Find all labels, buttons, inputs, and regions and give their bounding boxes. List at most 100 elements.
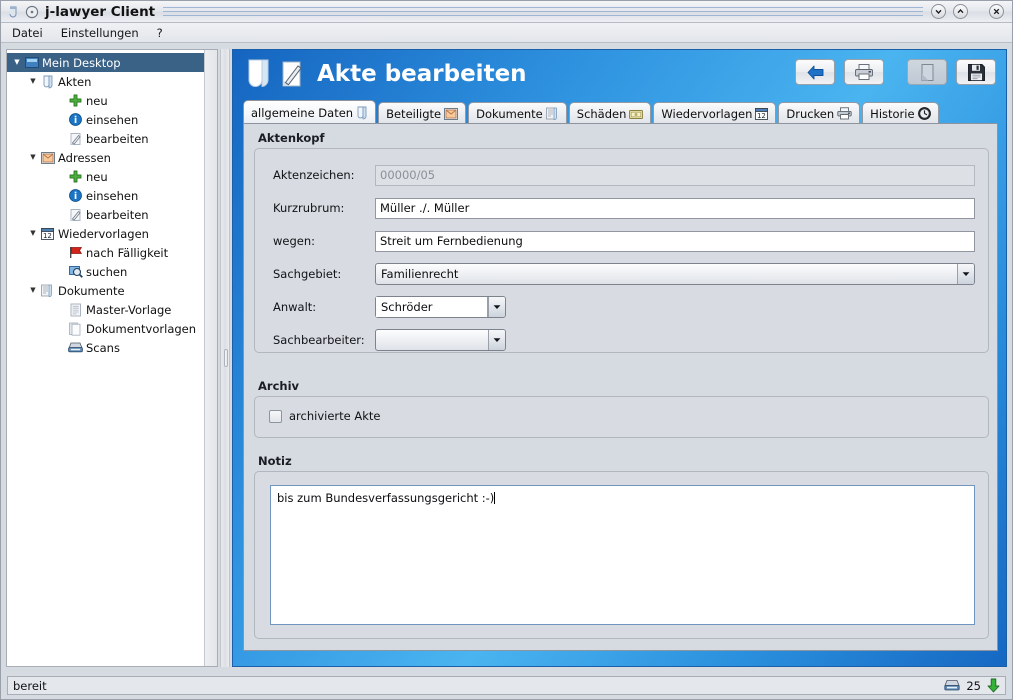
tab-drucken[interactable]: Drucken [778,102,861,124]
menu-datei[interactable]: Datei [9,25,46,41]
sidebar-scrollbar[interactable] [204,50,217,666]
sachgebiet-value: Familienrecht [381,267,459,281]
sidebar-item-bearbeiten[interactable]: bearbeiten [7,205,217,224]
addressbook-icon [39,151,56,164]
save-button[interactable] [956,59,996,85]
edit-icon [67,132,84,146]
down-arrow-icon[interactable] [987,678,1000,693]
sidebar-item-label: neu [86,93,108,108]
sidebar-item-label: nach Fälligkeit [86,245,169,260]
tab-wiedervorlagen[interactable]: Wiedervorlagen 12 [653,102,777,124]
tab-label: Wiedervorlagen [661,106,753,121]
svg-text:12: 12 [43,232,52,240]
sidebar-item-label: Scans [86,340,120,355]
app-circle-icon [25,5,39,19]
sachgebiet-select[interactable]: Familienrecht [375,263,975,285]
scanner-icon [944,679,960,692]
sidebar-item-scans[interactable]: Scans [7,338,217,357]
print-button[interactable] [844,59,884,85]
scan-count: 25 [966,678,981,693]
title-bar-rule [163,6,923,17]
tab-historie[interactable]: Historie [862,102,939,124]
folder-icon [245,58,272,90]
tab-bar: allgemeine Daten Beteiligte Dokumente Schäd… [243,100,998,124]
wegen-label: wegen: [273,234,316,248]
sidebar-item-neu[interactable]: neu [7,167,217,186]
main-panel: Akte bearbeiten allgemeine Daten Beteili… [232,49,1007,667]
sidebar-item-label: Master-Vorlage [86,302,172,317]
aktenzeichen-label: Aktenzeichen: [273,168,355,182]
field-row-kurzrubrum: Kurzrubrum: Müller ./. Müller [263,197,980,219]
sachbearbeiter-select[interactable] [375,329,506,351]
twisty-expanded-icon[interactable]: ▼ [11,59,23,66]
status-right-group: 25 [944,678,1000,693]
back-button[interactable] [795,59,835,85]
notiz-textarea[interactable]: bis zum Bundesverfassungsgericht :-) [270,485,975,625]
menu-einstellungen[interactable]: Einstellungen [58,25,142,41]
tab-dokumente[interactable]: Dokumente [468,102,567,124]
sidebar-item-akten[interactable]: ▼ Akten [7,72,217,91]
close-button[interactable] [989,4,1004,19]
sidebar-item-einsehen[interactable]: einsehen [7,110,217,129]
page-title: Akte bearbeiten [317,61,527,87]
sidebar-item-neu[interactable]: neu [7,91,217,110]
page-button[interactable] [907,59,947,85]
app-logo-icon [7,5,21,19]
notiz-group: Notiz bis zum Bundesverfassungsgericht :… [254,454,989,639]
menu-bar: Datei Einstellungen ? [1,23,1012,43]
tab-beteiligte[interactable]: Beteiligte [378,102,467,124]
printer-icon [837,107,852,120]
sidebar-item-wiedervorlagen[interactable]: ▼ 12 Wiedervorlagen [7,224,217,243]
status-field: bereit 25 [7,676,1006,695]
field-row-wegen: wegen: Streit um Fernbedienung [263,230,980,252]
twisty-expanded-icon[interactable]: ▼ [27,230,39,237]
tab-content-panel: Aktenkopf Aktenzeichen: 00000/05 Kurzrub… [243,123,998,651]
menu-help[interactable]: ? [154,25,166,41]
tab-allgemeine-daten[interactable]: allgemeine Daten [243,100,377,124]
field-row-sachbearbeiter: Sachbearbeiter: [263,329,980,351]
sidebar-item-label: Dokumentvorlagen [86,321,197,336]
twisty-expanded-icon[interactable]: ▼ [27,78,39,85]
sidebar-item-dokumentvorlagen[interactable]: Dokumentvorlagen [7,319,217,338]
split-divider-grip[interactable] [224,349,228,367]
archivierte-akte-row[interactable]: archivierte Akte [255,397,988,423]
kurzrubrum-input[interactable]: Müller ./. Müller [375,197,975,219]
chevron-down-icon[interactable] [488,330,505,350]
tab-label: Dokumente [476,106,543,121]
money-icon [629,108,644,120]
sidebar-item-dokumente[interactable]: ▼ Dokumente [7,281,217,300]
twisty-expanded-icon[interactable]: ▼ [27,287,39,294]
minimize-button[interactable] [931,4,946,19]
anwalt-select[interactable]: Schröder [375,296,506,318]
notiz-box: bis zum Bundesverfassungsgericht :-) [254,471,989,639]
calendar-icon: 12 [755,107,769,120]
wegen-input[interactable]: Streit um Fernbedienung [375,230,975,252]
sidebar-item-master-vorlage[interactable]: Master-Vorlage [7,300,217,319]
sidebar-item-bearbeiten[interactable]: bearbeiten [7,129,217,148]
sidebar-item-einsehen[interactable]: einsehen [7,186,217,205]
sidebar-item-label: bearbeiten [86,131,149,146]
sidebar-item-mein-desktop[interactable]: ▼ Mein Desktop [7,53,217,72]
twisty-expanded-icon[interactable]: ▼ [27,154,39,161]
notiz-title: Notiz [258,454,292,468]
maximize-button[interactable] [953,4,968,19]
sidebar-tree[interactable]: ▼ Mein Desktop ▼ Akten neu einsehen bearbeiten… [6,49,218,667]
split-divider[interactable] [220,49,230,667]
sidebar-item-label: Akten [58,74,92,89]
sidebar-item-label: einsehen [86,112,139,127]
sidebar-item-label: neu [86,169,108,184]
archivierte-akte-label: archivierte Akte [289,409,381,423]
archivierte-akte-checkbox[interactable] [269,409,282,423]
field-row-aktenzeichen: Aktenzeichen: 00000/05 [263,164,980,186]
chevron-down-icon[interactable] [488,297,505,317]
sidebar-item-adressen[interactable]: ▼ Adressen [7,148,217,167]
folder-icon [39,75,56,89]
document-icon [67,303,84,317]
plus-icon [67,94,84,107]
templates-icon [67,322,84,336]
sidebar-item-nach-f-lligkeit[interactable]: nach Fälligkeit [7,243,217,262]
chevron-down-icon[interactable] [957,264,974,284]
sidebar-item-suchen[interactable]: suchen [7,262,217,281]
anwalt-value[interactable]: Schröder [376,297,488,317]
tab-schaeden[interactable]: Schäden [568,102,652,124]
